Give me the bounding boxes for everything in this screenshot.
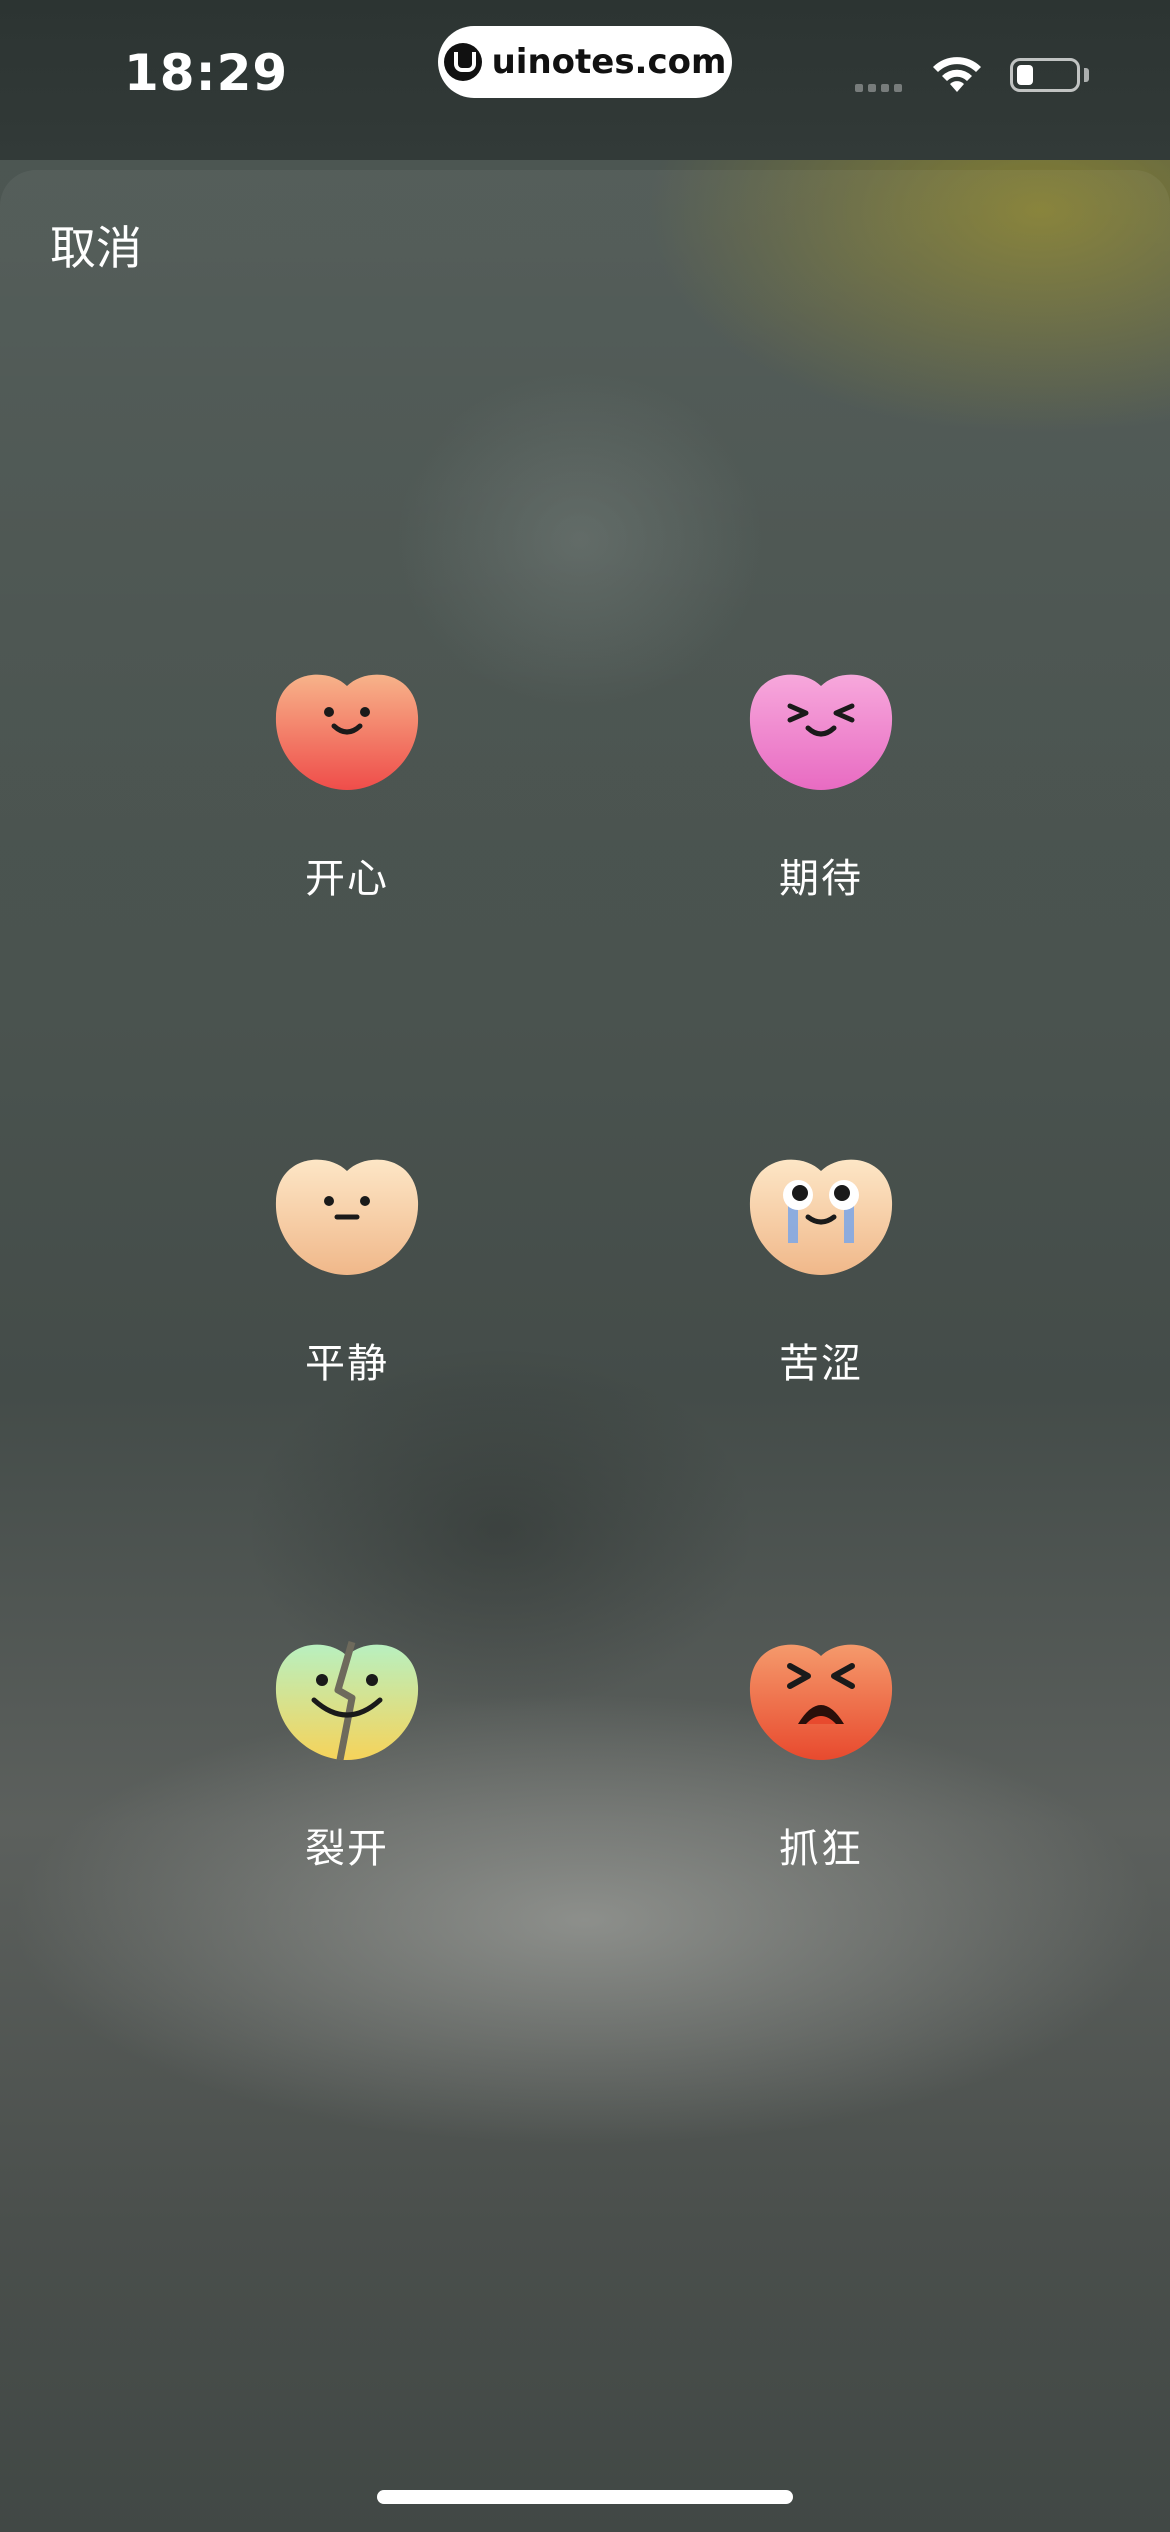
mood-label: 期待 [779, 856, 863, 902]
uinotes-logo-icon [443, 43, 482, 81]
mood-label: 平静 [305, 1341, 389, 1387]
calm-heart-icon [275, 1159, 419, 1275]
home-indicator[interactable] [377, 2490, 793, 2504]
mood-option-expecting[interactable]: 期待 [671, 668, 971, 968]
bitter-crying-heart-icon [749, 1159, 893, 1275]
mood-label: 裂开 [305, 1826, 389, 1872]
battery-icon [1010, 58, 1080, 92]
mood-option-happy[interactable]: 开心 [197, 668, 497, 968]
mood-option-bitter[interactable]: 苦涩 [671, 1153, 971, 1453]
status-time: 18:29 [124, 44, 289, 102]
cracked-heart-icon [275, 1641, 419, 1761]
mood-option-calm[interactable]: 平静 [197, 1153, 497, 1453]
status-bar: 18:29 uinotes.com [0, 0, 1170, 160]
happy-heart-icon [275, 674, 419, 790]
battery-cap [1084, 68, 1089, 82]
mood-option-furious[interactable]: 抓狂 [671, 1638, 971, 1938]
cellular-signal-icon [855, 84, 902, 92]
mood-label: 开心 [305, 856, 389, 902]
mood-label: 抓狂 [779, 1826, 863, 1872]
mood-option-cracked[interactable]: 裂开 [197, 1638, 497, 1938]
expecting-heart-icon [749, 674, 893, 790]
furious-heart-icon [749, 1644, 893, 1760]
url-badge-text: uinotes.com [491, 42, 727, 82]
mood-picker-sheet [0, 170, 1170, 2532]
mood-label: 苦涩 [779, 1341, 863, 1387]
url-badge: uinotes.com [438, 26, 732, 98]
wifi-icon [933, 57, 981, 92]
cancel-button[interactable]: 取消 [50, 212, 142, 278]
